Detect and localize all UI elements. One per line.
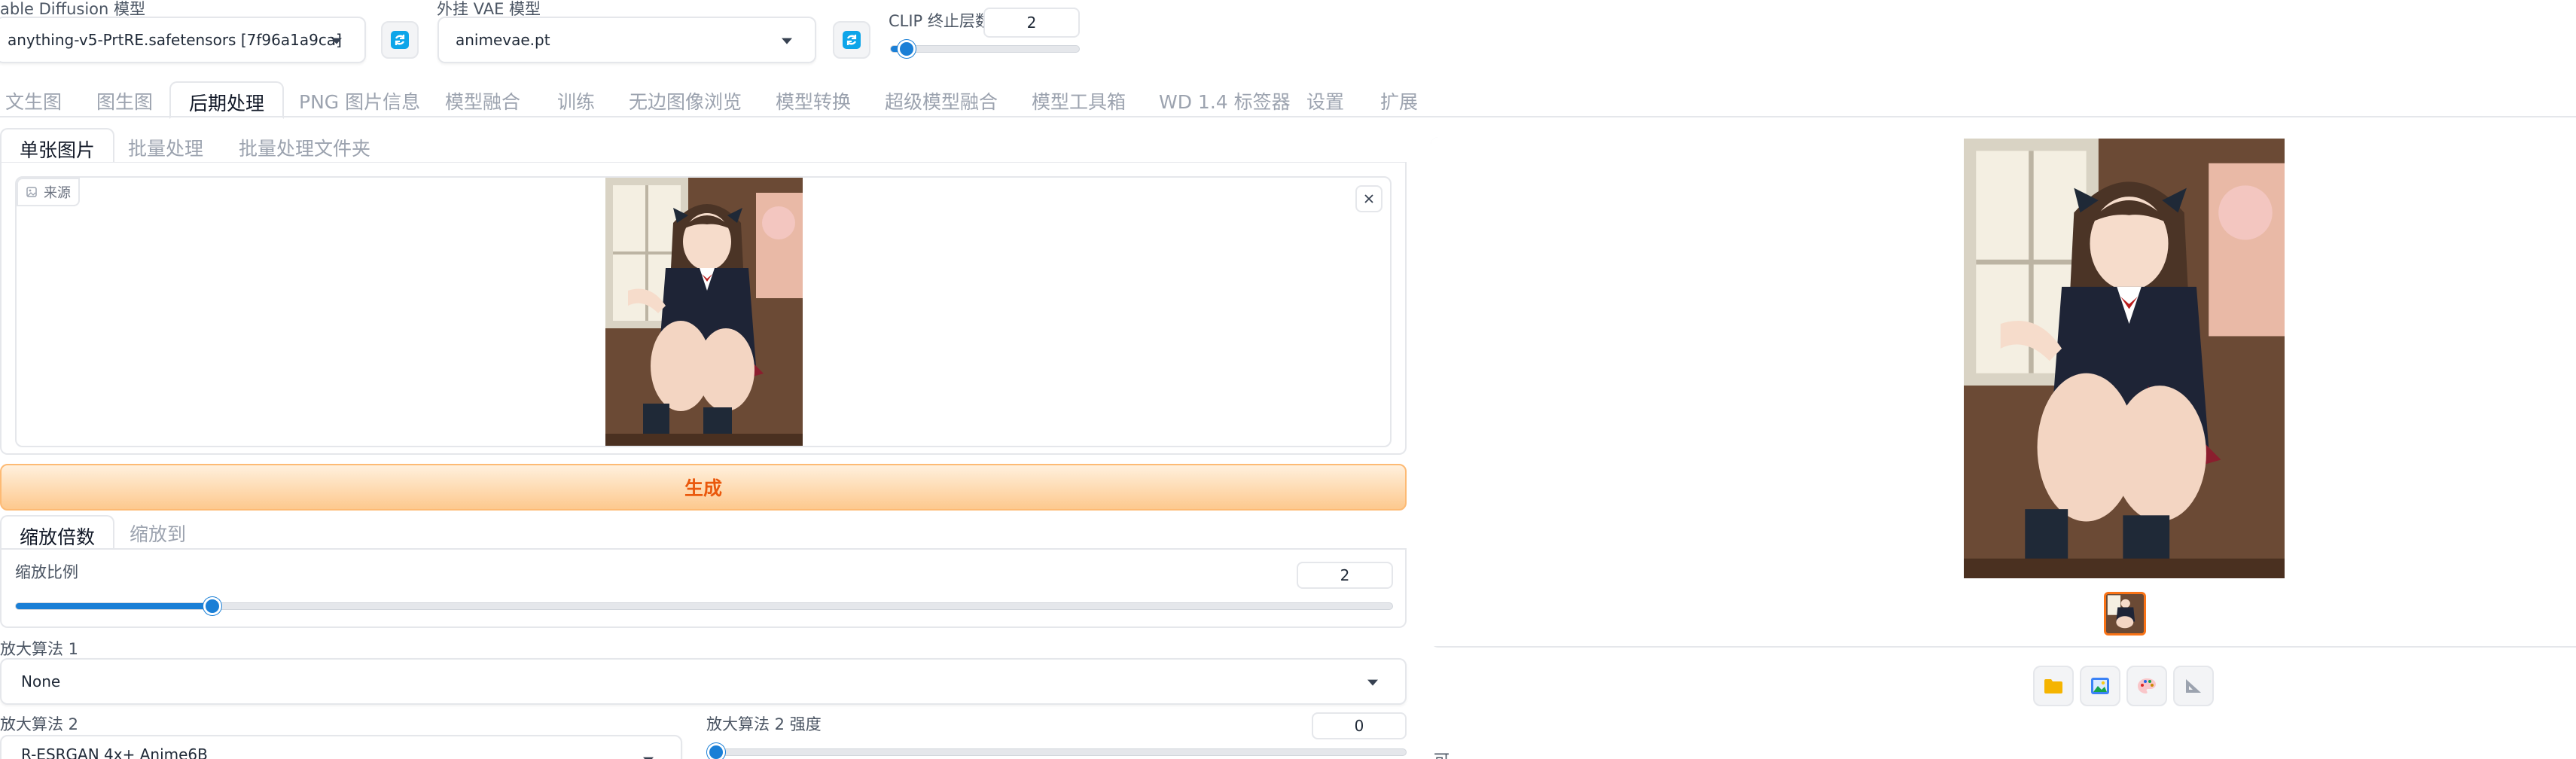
scale-slider-track[interactable]: [15, 597, 1393, 615]
upscaler2-strength-track[interactable]: [707, 743, 1407, 759]
upscaler2-label: 放大算法 2: [0, 715, 79, 733]
output-image[interactable]: [1964, 139, 2285, 578]
tab-item[interactable]: PNG 图片信息: [299, 87, 420, 114]
upscaler1-value: None: [21, 672, 61, 690]
vae-dropdown[interactable]: animevae.pt: [437, 17, 816, 63]
refresh-sd-model-button[interactable]: [381, 21, 419, 59]
chevron-down-icon: [782, 38, 792, 44]
sd-model-dropdown[interactable]: anything-v5-PrtRE.safetensors [7f96a1a9c…: [0, 17, 366, 63]
scale-slider-fill: [16, 603, 213, 609]
output-bottom-hint: 可: [1434, 748, 1450, 759]
scale-number-input[interactable]: 2: [1297, 562, 1393, 589]
subtab-single-image[interactable]: 单张图片: [0, 128, 115, 164]
tab-item[interactable]: 扩展: [1380, 87, 1418, 114]
triangle-ruler-icon: [2186, 679, 2201, 693]
subtab-batch-folder[interactable]: 批量处理文件夹: [239, 134, 370, 161]
generate-label: 生成: [684, 477, 722, 499]
anime-girl-thumbnail: [2106, 594, 2144, 633]
send-to-img2img-button[interactable]: [2080, 666, 2120, 706]
send-to-inpaint-button[interactable]: [2126, 666, 2167, 706]
scale-slider-thumb[interactable]: [203, 597, 222, 615]
tab-item[interactable]: 训练: [557, 87, 595, 114]
palette-icon: [2138, 678, 2156, 693]
tab-item[interactable]: 图生图: [96, 87, 153, 114]
source-image-dropzone[interactable]: 来源: [15, 176, 1392, 447]
tabs-divider: [0, 116, 2576, 117]
picture-icon: [2091, 678, 2109, 694]
tab-item[interactable]: WD 1.4 标签器: [1159, 87, 1291, 114]
source-label: 来源: [44, 185, 71, 201]
subtab-batch[interactable]: 批量处理: [128, 134, 203, 161]
chevron-down-icon: [1367, 679, 1378, 686]
refresh-vae-button[interactable]: [833, 21, 870, 59]
tab-item[interactable]: 设置: [1306, 87, 1344, 114]
image-icon: [26, 187, 37, 197]
upscaler2-strength-thumb[interactable]: [707, 743, 725, 759]
anime-girl-image: [605, 178, 803, 446]
upscaler2-strength-label: 放大算法 2 强度: [706, 715, 822, 733]
upscaler2-strength-input[interactable]: 0: [1312, 712, 1407, 739]
scale-label: 缩放比例: [15, 563, 78, 581]
tab-item[interactable]: 模型融合: [445, 87, 520, 114]
upscaler2-dropdown[interactable]: R-ESRGAN 4x+ Anime6B: [0, 735, 682, 759]
tab-item[interactable]: 无边图像浏览: [629, 87, 742, 114]
tab-scale-by[interactable]: 缩放倍数: [0, 515, 115, 550]
refresh-icon: [391, 31, 409, 49]
open-folder-button[interactable]: [2033, 666, 2074, 706]
clear-source-button[interactable]: [1355, 185, 1383, 212]
send-to-extras-button[interactable]: [2173, 666, 2214, 706]
scale-panel: 缩放比例 2: [0, 550, 1407, 628]
chevron-down-icon: [331, 38, 342, 44]
generate-button[interactable]: 生成: [0, 464, 1407, 511]
upscaler1-label: 放大算法 1: [0, 640, 79, 658]
source-image: [605, 178, 803, 446]
output-thumbnail[interactable]: [2104, 592, 2146, 636]
folder-icon: [2044, 679, 2062, 693]
refresh-icon: [843, 31, 861, 49]
upscaler2-value: R-ESRGAN 4x+ Anime6B: [21, 745, 208, 759]
sd-model-value: anything-v5-PrtRE.safetensors [7f96a1a9c…: [8, 31, 342, 49]
anime-girl-image: [1964, 139, 2285, 578]
vae-value: animevae.pt: [456, 31, 550, 49]
tab-postprocess[interactable]: 后期处理: [169, 81, 285, 119]
upscaler1-dropdown[interactable]: None: [0, 658, 1407, 705]
tab-scale-to[interactable]: 缩放到: [130, 520, 186, 547]
clip-slider-thumb[interactable]: [897, 40, 916, 58]
tab-item[interactable]: 模型工具箱: [1032, 87, 1126, 114]
clip-slider-track[interactable]: [890, 40, 1080, 58]
source-tag: 来源: [17, 178, 80, 206]
close-icon: [1364, 194, 1373, 203]
clip-label: CLIP 终止层数: [889, 12, 991, 30]
tab-item[interactable]: 超级模型融合: [885, 87, 998, 114]
tab-item[interactable]: 文生图: [5, 87, 62, 114]
tab-item[interactable]: 模型转换: [776, 87, 851, 114]
clip-number-input[interactable]: 2: [983, 8, 1080, 38]
